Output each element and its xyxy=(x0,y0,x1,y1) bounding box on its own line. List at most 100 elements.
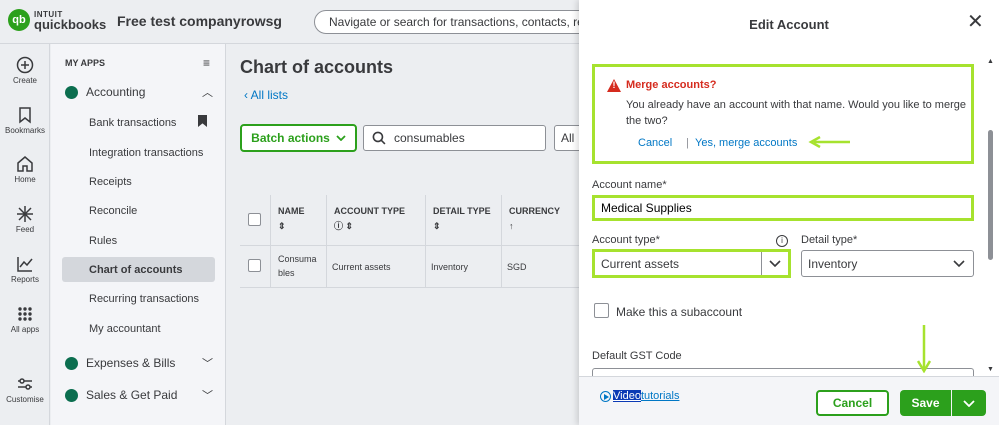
play-icon xyxy=(600,390,611,402)
sort-icon: ⓘ ⇕ xyxy=(334,221,354,231)
home-icon xyxy=(17,156,33,172)
account-name-label: Account name* xyxy=(592,179,667,191)
panel-title: Edit Account xyxy=(749,17,829,32)
nav-item-reconcile[interactable]: Reconcile xyxy=(62,198,215,223)
plus-icon xyxy=(16,56,34,74)
qb-logo-icon: qb xyxy=(8,9,30,31)
chevron-down-icon xyxy=(953,260,965,268)
select-all-checkbox[interactable] xyxy=(248,213,261,226)
nav-item-recurring-transactions[interactable]: Recurring transactions xyxy=(62,286,215,311)
close-icon[interactable]: ✕ xyxy=(967,12,984,32)
rail-home[interactable]: Home xyxy=(0,155,50,184)
scroll-thumb[interactable] xyxy=(988,130,993,260)
nav-item-chart-of-accounts[interactable]: Chart of accounts xyxy=(62,257,215,282)
merge-cancel-link[interactable]: Cancel xyxy=(638,137,672,149)
sliders-icon xyxy=(18,378,32,390)
global-search-input[interactable]: Navigate or search for transactions, con… xyxy=(314,10,604,34)
column-name[interactable]: NAME ⇕ xyxy=(278,205,305,232)
expenses-app-icon xyxy=(65,356,78,370)
company-name: Free test companyrowsg xyxy=(117,13,282,29)
app-navigation: MY APPS ≡ Accounting ︿ Bank transactions… xyxy=(51,44,226,425)
chevron-left-icon: ‹ xyxy=(244,88,251,102)
chevron-down-icon: ﹀ xyxy=(202,358,213,370)
nav-item-receipts[interactable]: Receipts xyxy=(62,169,215,194)
info-icon[interactable]: i xyxy=(776,235,788,247)
rail-label: Bookmarks xyxy=(4,126,45,135)
cell-name: Consuma bles xyxy=(278,254,317,278)
annotation-arrow-left-icon xyxy=(808,136,850,148)
collapse-menu-icon[interactable]: ≡ xyxy=(203,56,210,70)
column-currency[interactable]: CURRENCY ↑ xyxy=(509,205,560,232)
my-apps-heading: MY APPS xyxy=(65,58,106,68)
rail-bookmarks[interactable]: Bookmarks xyxy=(0,106,50,135)
accounting-app-icon xyxy=(65,85,78,99)
save-options-button[interactable] xyxy=(952,390,986,416)
table-row[interactable]: Consuma bles Current assets Inventory SGD xyxy=(240,246,585,288)
merge-confirm-link[interactable]: Yes, merge accounts xyxy=(695,137,797,149)
subaccount-checkbox[interactable] xyxy=(594,303,609,318)
rail-all-apps[interactable]: All apps xyxy=(0,305,50,334)
nav-item-integration-transactions[interactable]: Integration transactions xyxy=(62,140,215,165)
bookmark-icon xyxy=(19,107,31,124)
page-title: Chart of accounts xyxy=(240,57,394,77)
search-placeholder: Navigate or search for transactions, con… xyxy=(329,15,604,29)
chevron-down-icon: ﹀ xyxy=(202,390,213,402)
annotation-arrow-down-icon xyxy=(917,325,931,373)
chevron-down-icon xyxy=(336,135,346,141)
all-lists-link[interactable]: ‹ All lists xyxy=(244,88,288,102)
rail-customise[interactable]: Customise xyxy=(0,375,50,404)
merge-separator: | xyxy=(686,137,689,149)
account-name-input[interactable]: Medical Supplies xyxy=(592,195,974,221)
nav-section-sales[interactable]: Sales & Get Paid ﹀ xyxy=(65,385,213,405)
search-icon xyxy=(372,131,386,145)
column-detail-type[interactable]: DETAIL TYPE ⇕ xyxy=(433,205,491,232)
rail-reports[interactable]: Reports xyxy=(0,255,50,284)
cell-detail-type: Inventory xyxy=(431,262,469,272)
video-tutorials-link[interactable]: Video tutorials xyxy=(600,390,679,402)
detail-type-label: Detail type* xyxy=(801,234,858,246)
reports-icon xyxy=(17,257,33,272)
rail-label: All apps xyxy=(10,325,40,334)
rail-create[interactable]: Create xyxy=(0,56,50,85)
sort-icon: ⇕ xyxy=(433,221,441,231)
row-checkbox[interactable] xyxy=(248,259,261,272)
rail-label: Customise xyxy=(6,395,44,404)
table-header: NAME ⇕ ACCOUNT TYPE ⓘ ⇕ DETAIL TYPE ⇕ CURRE… xyxy=(240,195,585,246)
chevron-up-icon: ︿ xyxy=(202,87,213,99)
merge-message: You already have an account with that na… xyxy=(626,99,966,127)
merge-title: Merge accounts? xyxy=(626,79,717,91)
column-account-type[interactable]: ACCOUNT TYPE ⓘ ⇕ xyxy=(334,205,405,232)
save-button[interactable]: Save xyxy=(900,390,951,416)
scroll-down-icon[interactable]: ▼ xyxy=(987,366,994,373)
grid-icon xyxy=(18,307,32,321)
main-content: Chart of accounts ‹ All lists Batch acti… xyxy=(227,44,585,425)
filter-search-input[interactable]: consumables xyxy=(363,125,546,151)
rail-feed[interactable]: Feed xyxy=(0,205,50,234)
nav-section-accounting[interactable]: Accounting ︿ xyxy=(65,82,213,102)
rail-label: Home xyxy=(14,175,36,184)
bookmarked-icon[interactable] xyxy=(198,115,207,127)
nav-item-rules[interactable]: Rules xyxy=(62,228,215,253)
quickbooks-logo[interactable]: qb INTUIT quickbooks xyxy=(8,9,106,31)
logo-bottom-text: quickbooks xyxy=(34,17,107,32)
feed-icon xyxy=(17,206,33,222)
merge-accounts-alert: ! Merge accounts? You already have an ac… xyxy=(592,64,974,164)
rail-label: Create xyxy=(12,76,37,85)
nav-section-expenses[interactable]: Expenses & Bills ﹀ xyxy=(65,353,213,373)
account-type-label: Account type* xyxy=(592,234,660,246)
nav-section-label: Accounting xyxy=(86,85,146,99)
nav-item-my-accountant[interactable]: My accountant xyxy=(62,316,215,341)
panel-scrollbar[interactable]: ▲ ▼ xyxy=(987,58,995,376)
batch-actions-button[interactable]: Batch actions xyxy=(240,124,357,152)
cell-currency: SGD xyxy=(507,262,527,272)
account-type-select[interactable]: Current assets xyxy=(592,249,791,278)
left-rail: Create Bookmarks Home Feed Reports All a… xyxy=(0,44,50,425)
nav-item-bank-transactions[interactable]: Bank transactions xyxy=(62,110,215,135)
chevron-down-icon xyxy=(761,252,788,275)
detail-type-select[interactable]: Inventory xyxy=(801,250,974,277)
cancel-button[interactable]: Cancel xyxy=(816,390,889,416)
sort-icon: ⇕ xyxy=(278,221,286,231)
rail-label: Feed xyxy=(15,225,35,234)
panel-footer: Video tutorials Cancel Save xyxy=(579,376,999,425)
scroll-up-icon[interactable]: ▲ xyxy=(987,58,994,65)
